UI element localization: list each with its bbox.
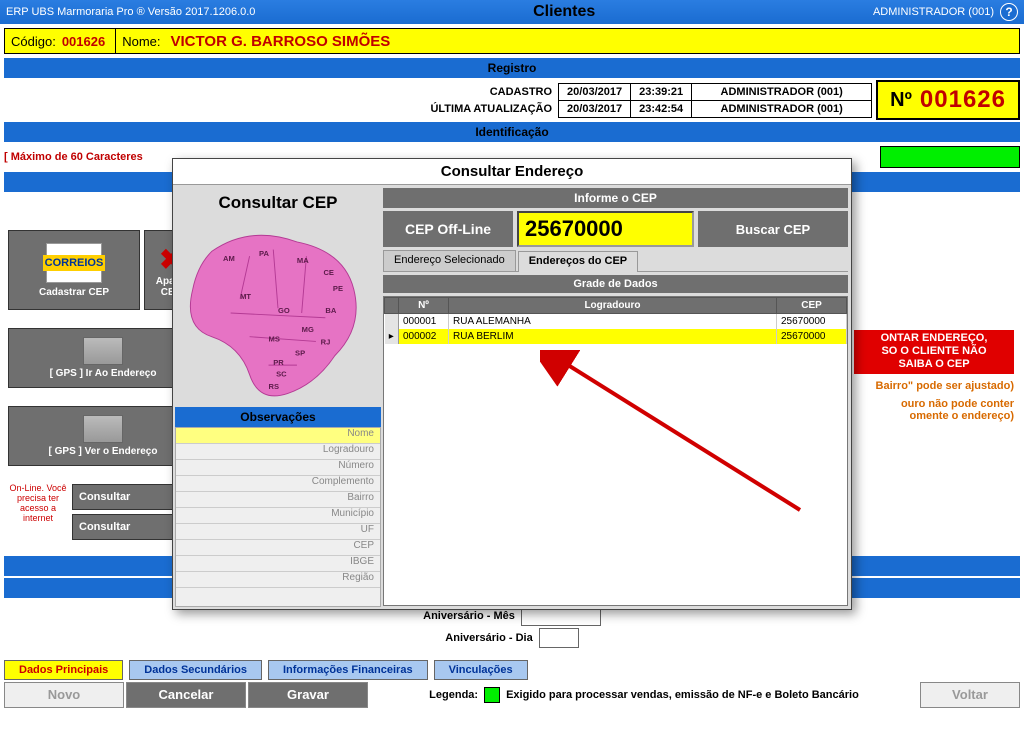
svg-text:SP: SP (295, 349, 305, 358)
obs-row: Município (176, 508, 380, 524)
legend-square-icon (484, 687, 500, 703)
bottom-tabs: Dados Principais Dados Secundários Infor… (4, 660, 1020, 680)
obs-row: Complemento (176, 476, 380, 492)
aniv-dia-select[interactable] (539, 628, 579, 648)
section-identificacao: Identificação (4, 122, 1020, 142)
gps-ir-button[interactable]: [ GPS ] Ir Ao Endereço (8, 328, 198, 388)
gps-icon (83, 337, 123, 365)
maxchars-note: [ Máximo de 60 Caracteres (4, 151, 143, 163)
svg-text:RS: RS (269, 382, 280, 391)
gravar-button[interactable]: Gravar (248, 682, 368, 708)
gps-ver-button[interactable]: [ GPS ] Ver o Endereço (8, 406, 198, 466)
obs-row: IBGE (176, 556, 380, 572)
svg-text:CE: CE (323, 268, 334, 277)
consultar-endereco-dialog: Consultar Endereço Consultar CEP AM PA M… (172, 158, 852, 610)
dialog-title: Consultar Endereço (173, 159, 851, 185)
cadastro-date: 20/03/2017 (559, 83, 631, 100)
table-row-selected[interactable]: ▸ 000002 RUA BERLIM 25670000 (385, 329, 847, 344)
obs-row: UF (176, 524, 380, 540)
correios-icon: CORREIOS (46, 243, 102, 283)
grade-label: Grade de Dados (383, 275, 848, 293)
required-field-indicator[interactable] (880, 146, 1020, 168)
obs-row: Bairro (176, 492, 380, 508)
bairro-hint: Bairro" pode ser ajustado) (854, 380, 1014, 392)
svg-text:MA: MA (297, 256, 309, 265)
cadastrar-cep-button[interactable]: CORREIOS Cadastrar CEP (8, 230, 140, 310)
codigo-label: Código: (5, 34, 62, 49)
window-title: Clientes (255, 3, 873, 21)
logradouro-hint: ouro não pode conter omente o endereço) (854, 398, 1014, 422)
svg-text:MT: MT (240, 292, 251, 301)
online-note: On-Line. Você precisa ter acesso a inter… (8, 484, 68, 540)
svg-text:MS: MS (269, 334, 280, 343)
tab-vinculacoes[interactable]: Vinculações (434, 660, 528, 680)
col-n[interactable]: Nº (399, 298, 449, 314)
ult-label: ÚLTIMA ATUALIZAÇÃO (422, 100, 558, 117)
col-cep[interactable]: CEP (777, 298, 847, 314)
cep-input[interactable]: 25670000 (517, 211, 694, 247)
section-registro: Registro (4, 58, 1020, 78)
svg-text:PA: PA (259, 249, 269, 258)
obs-row: Região (176, 572, 380, 588)
col-logradouro[interactable]: Logradouro (449, 298, 777, 314)
svg-text:AM: AM (223, 254, 235, 263)
obs-row: Logradouro (176, 444, 380, 460)
help-icon[interactable]: ? (1000, 3, 1018, 21)
n-value: 001626 (920, 86, 1006, 114)
registro-block: CADASTRO 20/03/2017 23:39:21 ADMINISTRAD… (4, 80, 1020, 120)
svg-text:MG: MG (302, 325, 314, 334)
consultar-cep-title: Consultar CEP (218, 193, 337, 213)
n-label: Nº (890, 89, 912, 112)
svg-text:PE: PE (333, 284, 343, 293)
subtab-endereco-selecionado[interactable]: Endereço Selecionado (383, 250, 516, 271)
brazil-map-icon[interactable]: AM PA MA CE PE BA MT GO MG MS SP PR SC R… (183, 223, 373, 403)
ult-user: ADMINISTRADOR (001) (692, 100, 872, 117)
aniv-mes-label: Aniversário - Mês (423, 610, 515, 622)
app-version: ERP UBS Marmoraria Pro ® Versão 2017.120… (6, 6, 255, 18)
svg-text:BA: BA (325, 306, 336, 315)
titlebar: ERP UBS Marmoraria Pro ® Versão 2017.120… (0, 0, 1024, 24)
cadastro-label: CADASTRO (422, 83, 558, 100)
aniv-dia-label: Aniversário - Dia (445, 632, 532, 644)
obs-row: Número (176, 460, 380, 476)
ult-date: 20/03/2017 (559, 100, 631, 117)
obs-row: CEP (176, 540, 380, 556)
table-row[interactable]: 000001 RUA ALEMANHA 25670000 (385, 314, 847, 330)
svg-text:SC: SC (276, 369, 287, 378)
observacoes-header: Observações (175, 407, 381, 427)
svg-text:GO: GO (278, 306, 290, 315)
cancelar-button[interactable]: Cancelar (126, 682, 246, 708)
tab-info-financeiras[interactable]: Informações Financeiras (268, 660, 428, 680)
tab-dados-secundarios[interactable]: Dados Secundários (129, 660, 262, 680)
svg-text:RJ: RJ (321, 337, 331, 346)
cadastro-time: 23:39:21 (631, 83, 692, 100)
cadastro-user: ADMINISTRADOR (001) (692, 83, 872, 100)
buscar-cep-button[interactable]: Buscar CEP (698, 211, 848, 247)
gps-icon (83, 415, 123, 443)
subtab-enderecos-do-cep[interactable]: Endereços do CEP (518, 251, 638, 272)
address-grid[interactable]: Nº Logradouro CEP 000001 RUA ALEMANHA 25… (383, 296, 848, 606)
tab-dados-principais[interactable]: Dados Principais (4, 660, 123, 680)
legend: Legenda: Exigido para processar vendas, … (370, 687, 918, 703)
obs-row: Nome (176, 428, 380, 444)
voltar-button[interactable]: Voltar (920, 682, 1020, 708)
client-header: Código: 001626 Nome: VICTOR G. BARROSO S… (4, 28, 1020, 54)
informe-cep-label: Informe o CEP (383, 188, 848, 208)
svg-text:PR: PR (273, 358, 284, 367)
observacoes-list: Nome Logradouro Número Complemento Bairr… (175, 427, 381, 607)
address-warning-box: ONTAR ENDEREÇO, SO O CLIENTE NÃO SAIBA O… (854, 330, 1014, 374)
nome-label: Nome: (116, 34, 166, 49)
cep-offline-label: CEP Off-Line (383, 211, 513, 247)
nome-value: VICTOR G. BARROSO SIMÕES (167, 33, 391, 50)
novo-button[interactable]: Novo (4, 682, 124, 708)
record-number-box: Nº 001626 (876, 80, 1020, 120)
current-user: ADMINISTRADOR (001) (873, 6, 994, 18)
ult-time: 23:42:54 (631, 100, 692, 117)
codigo-value: 001626 (62, 34, 115, 49)
